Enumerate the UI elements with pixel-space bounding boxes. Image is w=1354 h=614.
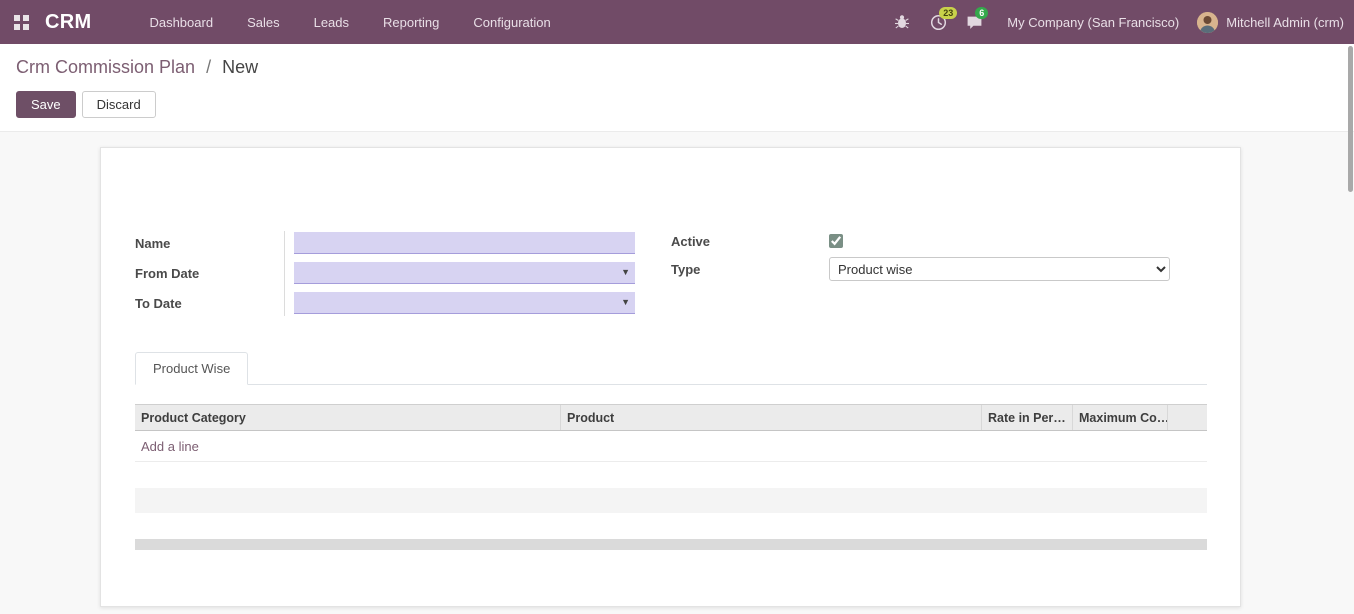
to-date-input[interactable]: [294, 292, 635, 314]
user-avatar[interactable]: [1197, 12, 1218, 33]
list-header-row: Product Category Product Rate in Per… Ma…: [135, 404, 1207, 431]
notebook: Product Wise Product Category Product Ra…: [135, 352, 1207, 550]
type-select[interactable]: Product wise: [829, 257, 1170, 281]
user-menu[interactable]: Mitchell Admin (crm): [1226, 15, 1344, 30]
breadcrumb-current: New: [222, 57, 258, 77]
empty-row-striped: [135, 488, 1207, 513]
form-view-container: Name From Date ▼ To Date ▼: [0, 131, 1354, 614]
column-header-product-category[interactable]: Product Category: [135, 405, 560, 430]
product-wise-list: Product Category Product Rate in Per… Ma…: [135, 404, 1207, 550]
column-header-product[interactable]: Product: [560, 405, 981, 430]
name-input[interactable]: [294, 232, 635, 254]
add-a-line-link[interactable]: Add a line: [141, 439, 199, 454]
apps-grid-icon[interactable]: [14, 15, 29, 30]
to-date-field-row: To Date ▼: [135, 288, 671, 318]
nav-item-reporting[interactable]: Reporting: [383, 15, 439, 30]
activity-count-badge: 23: [939, 7, 957, 19]
breadcrumb: Crm Commission Plan / New: [16, 57, 1338, 78]
main-menu: Dashboard Sales Leads Reporting Configur…: [149, 15, 550, 30]
active-label: Active: [671, 234, 829, 249]
list-footer-bar: [135, 539, 1207, 550]
right-field-group: Active Type Product wise: [671, 228, 1207, 318]
save-button[interactable]: Save: [16, 91, 76, 118]
page-scrollbar-thumb[interactable]: [1348, 46, 1353, 192]
bug-icon[interactable]: [893, 13, 911, 31]
left-field-group: Name From Date ▼ To Date ▼: [135, 228, 671, 318]
from-date-input[interactable]: [294, 262, 635, 284]
discard-button[interactable]: Discard: [82, 91, 156, 118]
active-checkbox[interactable]: [829, 234, 843, 248]
company-switcher[interactable]: My Company (San Francisco): [1007, 15, 1179, 30]
name-label: Name: [135, 236, 294, 251]
name-field-row: Name: [135, 228, 671, 258]
nav-item-leads[interactable]: Leads: [314, 15, 349, 30]
form-sheet: Name From Date ▼ To Date ▼: [100, 147, 1241, 607]
type-label: Type: [671, 262, 829, 277]
nav-item-sales[interactable]: Sales: [247, 15, 280, 30]
nav-item-dashboard[interactable]: Dashboard: [149, 15, 213, 30]
app-brand[interactable]: CRM: [45, 11, 91, 34]
message-count-badge: 6: [975, 7, 988, 19]
activities-clock-icon[interactable]: 23: [929, 13, 947, 31]
to-date-label: To Date: [135, 296, 294, 311]
page-scrollbar: [1347, 44, 1353, 612]
tab-bar: Product Wise: [135, 352, 1207, 385]
tab-product-wise[interactable]: Product Wise: [135, 352, 248, 385]
column-header-rate-in-percentage[interactable]: Rate in Per…: [981, 405, 1072, 430]
column-header-maximum-commission[interactable]: Maximum Co…: [1072, 405, 1167, 430]
control-panel: Crm Commission Plan / New Save Discard: [0, 44, 1354, 131]
type-field-row: Type Product wise: [671, 256, 1207, 282]
column-header-trailing: [1167, 405, 1207, 430]
empty-row: [135, 462, 1207, 488]
breadcrumb-separator: /: [206, 57, 211, 77]
add-line-row: Add a line: [135, 431, 1207, 462]
action-buttons: Save Discard: [16, 91, 1338, 118]
active-field-row: Active: [671, 228, 1207, 254]
field-groups: Name From Date ▼ To Date ▼: [135, 228, 1207, 318]
messages-chat-icon[interactable]: 6: [965, 13, 983, 31]
systray: 23 6 My Company (San Francisco) Mitchell…: [893, 12, 1344, 33]
nav-item-configuration[interactable]: Configuration: [473, 15, 550, 30]
from-date-label: From Date: [135, 266, 294, 281]
from-date-field-row: From Date ▼: [135, 258, 671, 288]
breadcrumb-parent-link[interactable]: Crm Commission Plan: [16, 57, 195, 77]
top-navbar: CRM Dashboard Sales Leads Reporting Conf…: [0, 0, 1354, 44]
empty-row: [135, 513, 1207, 539]
